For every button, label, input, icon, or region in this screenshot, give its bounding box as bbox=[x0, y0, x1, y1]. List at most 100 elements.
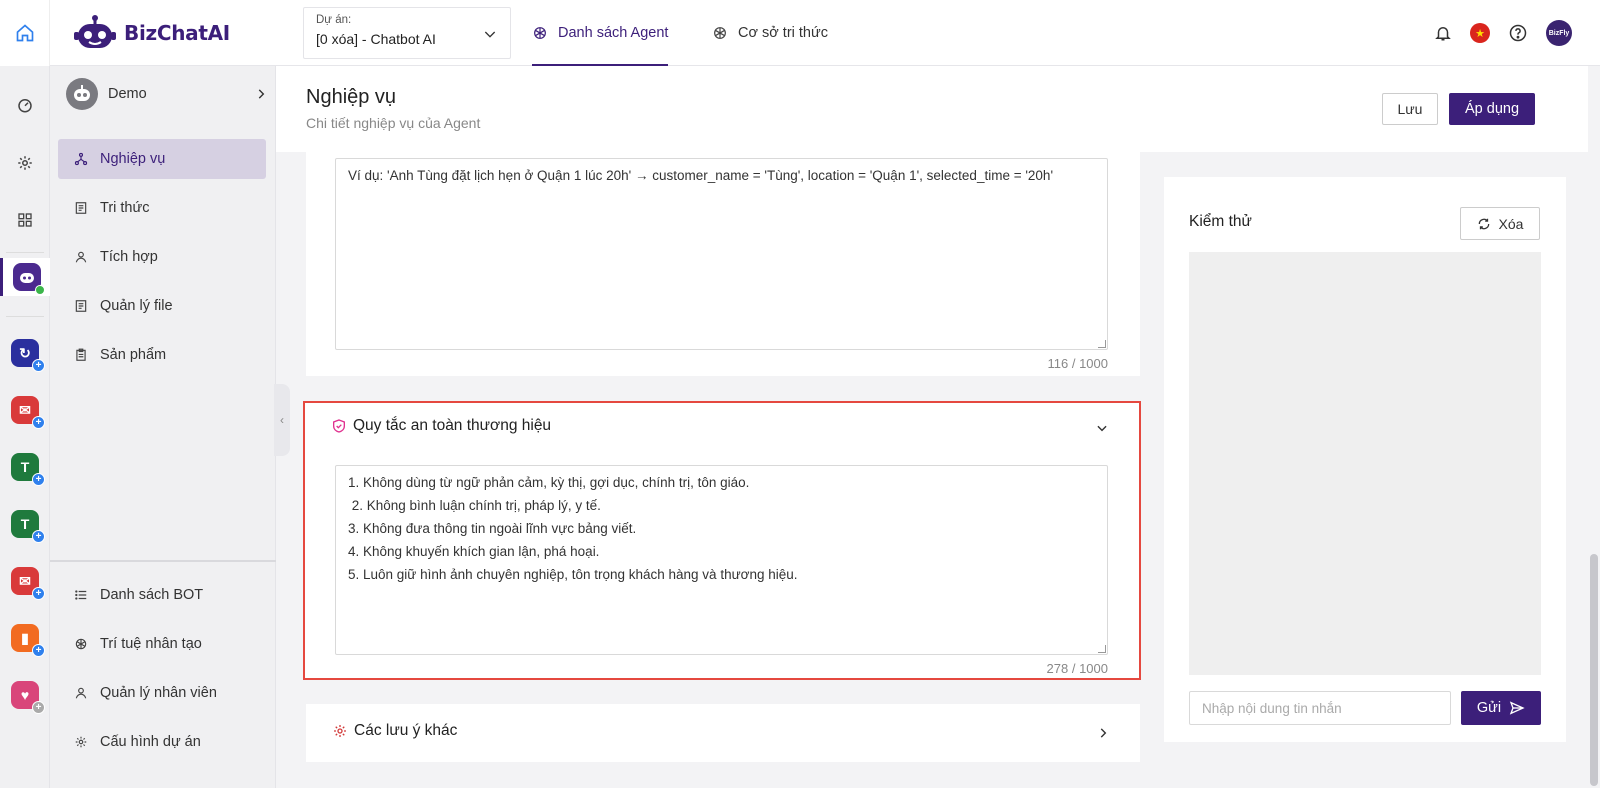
robot-logo-icon bbox=[74, 15, 116, 48]
example-text: Ví dụ: 'Anh Tùng đặt lịch hẹn ở Quận 1 l… bbox=[348, 168, 1054, 183]
save-button[interactable]: Lưu bbox=[1382, 93, 1438, 125]
clear-label: Xóa bbox=[1498, 215, 1524, 232]
tab-agent-list[interactable]: Danh sách Agent bbox=[532, 0, 669, 66]
project-label: Dự án: bbox=[316, 14, 352, 26]
rail-mail[interactable]: ✉ + bbox=[0, 391, 50, 429]
home-button[interactable] bbox=[0, 0, 50, 66]
send-label: Gửi bbox=[1476, 700, 1502, 716]
rail-bizchat[interactable] bbox=[0, 258, 50, 296]
tab-knowledge-base[interactable]: Cơ sở tri thức bbox=[712, 0, 828, 66]
send-button[interactable]: Gửi bbox=[1461, 691, 1541, 725]
scrollbar-thumb[interactable] bbox=[1590, 554, 1598, 786]
top-bar: BizChatAI Dự án: [0 xóa] - Chatbot AI Da… bbox=[0, 0, 1600, 66]
sidebar-item-project-config[interactable]: Cấu hình dự án bbox=[58, 722, 266, 762]
test-panel: Kiểm thử Xóa Gửi bbox=[1164, 177, 1566, 742]
section-title: Quy tắc an toàn thương hiệu bbox=[353, 417, 552, 434]
page-subtitle: Chi tiết nghiệp vụ của Agent bbox=[306, 115, 481, 131]
sidebar-item-file-manager[interactable]: Quản lý file bbox=[58, 286, 266, 326]
sidebar-item-staff[interactable]: Quản lý nhân viên bbox=[58, 673, 266, 713]
rail-health[interactable]: ♥ + bbox=[0, 676, 50, 714]
tab-label: Cơ sở tri thức bbox=[738, 25, 828, 41]
online-status-dot bbox=[34, 285, 45, 295]
rail-apps[interactable] bbox=[0, 201, 50, 239]
send-icon bbox=[1509, 701, 1525, 715]
list-icon bbox=[75, 590, 87, 600]
page-scrollbar[interactable] bbox=[1588, 66, 1600, 788]
section-title: Các lưu ý khác bbox=[354, 722, 458, 739]
rail-shopping[interactable]: ▮ + bbox=[0, 619, 50, 657]
shopping-app-icon: ▮ + bbox=[11, 624, 45, 657]
char-counter: 116 / 1000 bbox=[1047, 356, 1108, 371]
chevron-down-icon[interactable] bbox=[1095, 421, 1109, 435]
chevron-right-icon bbox=[258, 89, 265, 99]
chevron-down-icon bbox=[484, 31, 496, 38]
rule-line: 3. Không đưa thông tin ngoài lĩnh vực bả… bbox=[348, 521, 637, 536]
message-input[interactable] bbox=[1189, 691, 1451, 725]
sidebar-item-label: Quản lý nhân viên bbox=[100, 685, 217, 701]
agent-selector[interactable]: Demo bbox=[66, 76, 268, 112]
test-panel-title: Kiểm thử bbox=[1189, 213, 1252, 230]
user-icon bbox=[75, 251, 87, 263]
sidebar-collapse-handle[interactable]: ‹ bbox=[274, 384, 290, 456]
document-icon bbox=[75, 202, 87, 214]
refresh-icon bbox=[1478, 218, 1489, 229]
home-icon bbox=[16, 24, 33, 42]
apply-button[interactable]: Áp dụng bbox=[1449, 93, 1535, 125]
sidebar-item-knowledge[interactable]: Tri thức bbox=[58, 188, 266, 228]
bizcrm-app-icon-2: T + bbox=[11, 510, 45, 543]
rule-line: 1. Không dùng từ ngữ phản cảm, kỳ thị, g… bbox=[348, 475, 750, 490]
sidebar-item-integration[interactable]: Tích hợp bbox=[58, 237, 266, 277]
project-select[interactable]: Dự án: [0 xóa] - Chatbot AI bbox=[303, 7, 511, 59]
app-rail: ↻ + ✉ + T + T + ✉ + ▮ + ♥ + bbox=[0, 66, 50, 788]
rail-dashboard[interactable] bbox=[0, 86, 50, 124]
brand-safety-textarea[interactable]: 1. Không dùng từ ngữ phản cảm, kỳ thị, g… bbox=[335, 465, 1108, 655]
sidebar-item-label: Sản phẩm bbox=[100, 347, 167, 363]
rail-mail-2[interactable]: ✉ + bbox=[0, 562, 50, 600]
rail-app-1[interactable]: ↻ + bbox=[0, 334, 50, 372]
rail-bizcrm[interactable]: T + bbox=[0, 448, 50, 486]
gear-icon bbox=[334, 725, 346, 737]
example-textarea[interactable]: Ví dụ: 'Anh Tùng đặt lịch hẹn ở Quận 1 l… bbox=[335, 158, 1108, 350]
ai-icon bbox=[75, 638, 87, 650]
user-avatar[interactable]: BizFly bbox=[1546, 20, 1572, 46]
sidebar-item-workflow[interactable]: Nghiệp vụ bbox=[58, 139, 266, 179]
robot-icon bbox=[74, 85, 90, 101]
resize-handle[interactable] bbox=[1098, 340, 1106, 348]
gear-icon bbox=[75, 736, 87, 748]
top-right-icons: ★ BizFly bbox=[1434, 0, 1572, 66]
sidebar-item-products[interactable]: Sản phẩm bbox=[58, 335, 266, 375]
vietnam-flag-icon[interactable]: ★ bbox=[1470, 23, 1490, 43]
rule-line: 4. Không khuyến khích gian lận, phá hoại… bbox=[348, 544, 600, 559]
logo: BizChatAI bbox=[74, 13, 230, 53]
project-value: [0 xóa] - Chatbot AI bbox=[316, 31, 436, 47]
sidebar-item-label: Tích hợp bbox=[100, 249, 158, 265]
chevron-right-icon[interactable] bbox=[1096, 726, 1110, 740]
sidebar-item-label: Nghiệp vụ bbox=[100, 151, 166, 167]
rail-bizcrm-2[interactable]: T + bbox=[0, 505, 50, 543]
rule-line: 2. Không bình luận chính trị, pháp lý, y… bbox=[348, 498, 601, 513]
bizcrm-app-icon: T + bbox=[11, 453, 45, 486]
sidebar-item-ai[interactable]: Trí tuệ nhân tạo bbox=[58, 624, 266, 664]
page-title: Nghiệp vụ bbox=[306, 86, 397, 108]
rail-settings[interactable] bbox=[0, 144, 50, 182]
app-icon-1: ↻ + bbox=[11, 339, 45, 372]
clear-chat-button[interactable]: Xóa bbox=[1460, 207, 1540, 240]
sidebar: Demo Nghiệp vụ Tri thức Tích hợp Quản lý… bbox=[50, 66, 276, 788]
example-card: Ví dụ: 'Anh Tùng đặt lịch hẹn ở Quận 1 l… bbox=[306, 152, 1140, 376]
sidebar-item-bot-list[interactable]: Danh sách BOT bbox=[58, 575, 266, 615]
other-notes-card[interactable]: Các lưu ý khác bbox=[306, 704, 1140, 762]
mail-app-icon: ✉ + bbox=[11, 396, 45, 429]
openai-icon bbox=[534, 27, 546, 39]
settings-icon bbox=[18, 156, 32, 170]
sidebar-item-label: Danh sách BOT bbox=[100, 587, 204, 603]
bell-icon[interactable] bbox=[1434, 24, 1452, 42]
help-icon[interactable] bbox=[1508, 23, 1528, 43]
apps-grid-icon bbox=[18, 213, 32, 227]
sidebar-item-label: Quản lý file bbox=[100, 298, 173, 314]
resize-handle[interactable] bbox=[1098, 645, 1106, 653]
health-app-icon: ♥ + bbox=[11, 681, 45, 714]
section-header[interactable]: Quy tắc an toàn thương hiệu bbox=[331, 417, 551, 435]
agent-avatar bbox=[66, 78, 98, 110]
sidebar-item-label: Trí tuệ nhân tạo bbox=[100, 636, 202, 652]
section-header: Các lưu ý khác bbox=[332, 722, 457, 740]
